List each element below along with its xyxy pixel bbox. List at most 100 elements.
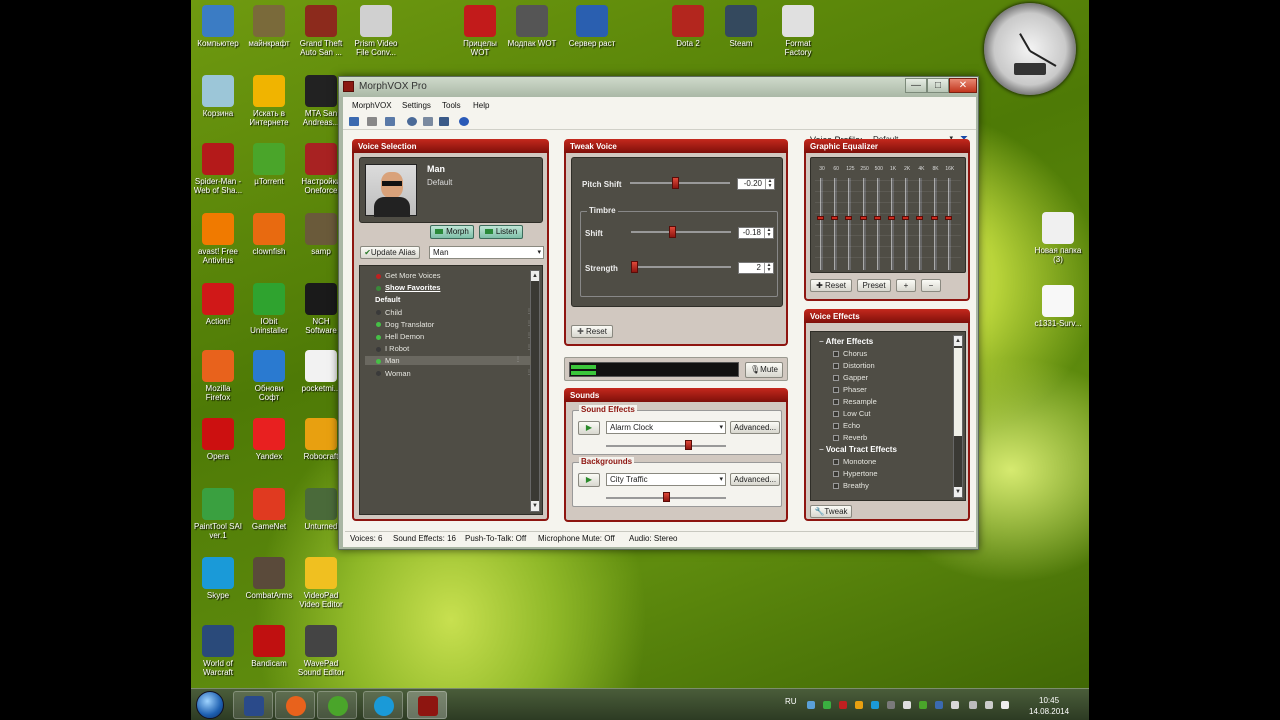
desktop-icon[interactable]: майнкрафт [244,5,294,48]
voice-list-item[interactable]: Man ⋮ [365,356,531,366]
desktop-icon[interactable]: Skype [193,557,243,600]
desktop-icon[interactable]: Steam [716,5,766,48]
update-alias-button[interactable]: ✔Update Alias [360,246,420,259]
scroll-up-icon[interactable]: ▲ [954,336,962,346]
desktop-icon[interactable]: Корзина [193,75,243,118]
collapse-icon[interactable]: − [819,445,826,454]
desktop-icon[interactable]: Bandicam [244,625,294,668]
effect-item[interactable]: Reverb [833,433,867,442]
collapse-icon[interactable]: − [819,337,826,346]
menu-tools[interactable]: Tools [442,101,461,110]
desktop-icon[interactable]: Format Factory [773,5,823,57]
desktop-icon[interactable]: clownfish [244,213,294,256]
timbre-shift-slider[interactable] [631,225,731,239]
tray-icon-10[interactable] [951,701,959,709]
voice-list-scrollbar[interactable]: ▲ ▼ [530,270,540,512]
checkbox[interactable] [833,399,839,406]
wave-icon[interactable] [423,117,433,126]
voice-list-item[interactable]: Hell Demon ⋮ [376,332,532,341]
effect-item[interactable]: Low Cut [833,409,871,418]
eq-band-knob[interactable] [873,216,881,220]
timbre-strength-knob[interactable] [631,261,638,273]
scroll-down-icon[interactable]: ▼ [531,501,539,511]
checkbox[interactable] [833,459,839,466]
tweak-effect-button[interactable]: 🔧Tweak [810,505,852,518]
checkbox[interactable] [833,351,839,358]
effect-volume-knob[interactable] [685,440,693,450]
desktop-icon[interactable]: Dota 2 [663,5,713,48]
effect-group-header[interactable]: − After Effects [819,337,873,346]
timbre-shift-knob[interactable] [669,226,676,238]
eq-band-knob[interactable] [888,216,895,220]
list-icon[interactable] [367,117,377,126]
effect-item[interactable]: Distortion [833,361,875,370]
checkbox[interactable] [833,435,839,442]
eq-band-knob[interactable] [916,216,924,220]
minimize-button[interactable]: — [905,78,927,93]
volume-icon[interactable] [985,701,993,709]
tray-icon-3[interactable] [839,701,847,709]
eq-preset-button[interactable]: Preset [857,279,891,292]
desktop-icon[interactable]: Action! [193,283,243,326]
desktop-icon[interactable]: Обнови Софт [244,350,294,402]
desktop-icon[interactable]: Opera [193,418,243,461]
scroll-down-icon[interactable]: ▼ [954,487,962,497]
voice-list-item[interactable]: Child ⋮ [376,308,532,317]
tray-icon-2[interactable] [823,701,831,709]
desktop-icon[interactable]: Prism Video File Conv... [351,5,401,57]
desktop-icon[interactable]: GameNet [244,488,294,531]
checkbox[interactable] [833,411,839,418]
checkbox[interactable] [833,375,839,382]
eq-band-knob[interactable] [845,216,853,220]
desktop-icon[interactable]: Yandex [244,418,294,461]
flag-icon[interactable] [1001,701,1009,709]
scroll-up-icon[interactable]: ▲ [531,271,539,281]
desktop-icon[interactable]: Модпак WOT [507,5,557,48]
effect-item[interactable]: Hypertone [833,469,878,478]
eq-add-button[interactable]: + [896,279,916,292]
effect-volume-slider[interactable] [606,440,726,452]
checkbox[interactable] [833,471,839,478]
play-effect-button[interactable]: ▶ [578,421,600,435]
menu-settings[interactable]: Settings [402,101,431,110]
language-indicator[interactable]: RU [785,697,797,706]
voice-list-item[interactable]: Woman ⋮ [376,369,532,378]
tray-icon-9[interactable] [935,701,943,709]
effect-item[interactable]: Monotone [833,457,876,466]
pitch-shift-knob[interactable] [672,177,679,189]
play-icon[interactable] [439,117,449,126]
eq-remove-button[interactable]: − [921,279,941,292]
checkbox[interactable] [833,483,839,490]
background-volume-slider[interactable] [606,492,726,504]
effect-item[interactable]: Gapper [833,373,868,382]
sound-effect-select[interactable]: Alarm Clock ▾ [606,421,726,434]
alias-select[interactable]: Man ▾ [429,246,544,259]
effect-group-header[interactable]: − Vocal Tract Effects [819,445,897,454]
taskbar-skype[interactable] [363,691,403,719]
checkbox[interactable] [833,387,839,394]
start-button[interactable] [196,691,224,719]
voice-list-item[interactable]: Get More Voices [376,271,440,280]
menu-help[interactable]: Help [473,101,489,110]
eq-band-knob[interactable] [944,216,952,220]
desktop-icon[interactable]: CombatArms [244,557,294,600]
effect-item[interactable]: Chorus [833,349,867,358]
menu-morphvox[interactable]: MorphVOX [352,101,392,110]
voice-list-item[interactable]: Show Favorites [376,283,440,292]
scroll-thumb[interactable] [954,348,962,436]
desktop-icon[interactable]: Новая папка (3) [1033,212,1083,264]
desktop-icon[interactable]: Сервер раст [567,5,617,48]
desktop-icon[interactable]: Grand Theft Auto San ... [296,5,346,57]
taskbar-firefox[interactable] [275,691,315,719]
timbre-shift-input[interactable]: -0.18 ▲ ▼ [738,227,774,239]
checkbox[interactable] [833,363,839,370]
desktop-icon[interactable]: µTorrent [244,143,294,186]
eq-reset-button[interactable]: ✚ Reset [810,279,852,292]
effects-scrollbar[interactable]: ▲ ▼ [953,335,963,498]
timbre-strength-slider[interactable] [631,260,731,274]
desktop-icon[interactable]: VideoPad Video Editor [296,557,346,609]
eq-band-knob[interactable] [831,216,839,220]
listen-button[interactable]: Listen [479,225,523,239]
desktop-icon[interactable]: Mozilla Firefox [193,350,243,402]
desktop-icon[interactable]: Компьютер [193,5,243,48]
